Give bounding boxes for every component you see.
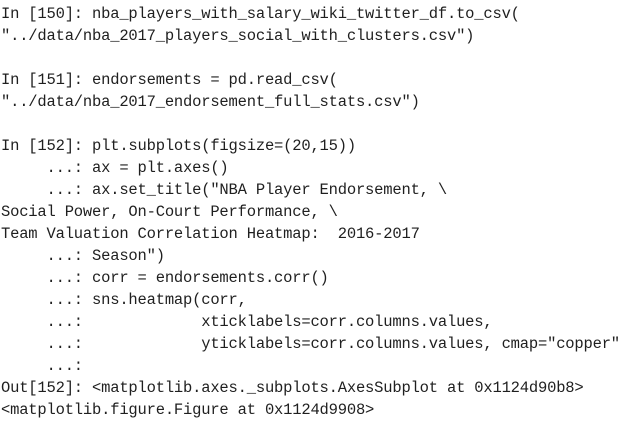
input-line-152-continuation-5: ...: Season") — [1, 247, 166, 265]
ipython-console: In [150]: nba_players_with_salary_wiki_t… — [0, 0, 618, 429]
input-line-150: In [150]: nba_players_with_salary_wiki_t… — [1, 5, 520, 23]
output-line-152: Out[152]: <matplotlib.axes._subplots.Axe… — [1, 379, 584, 397]
input-line-150-continuation: "../data/nba_2017_players_social_with_cl… — [1, 27, 475, 45]
input-line-152-continuation-7: ...: sns.heatmap(corr, — [1, 291, 247, 309]
input-line-152: In [152]: plt.subplots(figsize=(20,15)) — [1, 137, 356, 155]
input-line-152-continuation-10: ...: — [1, 357, 84, 375]
output-line-152-figure: <matplotlib.figure.Figure at 0x1124d9908… — [1, 401, 375, 419]
input-line-152-continuation-8: ...: xticklabels=corr.columns.values, — [1, 313, 493, 331]
input-line-152-continuation-1: ...: ax = plt.axes() — [1, 159, 229, 177]
input-line-152-continuation-4: Team Valuation Correlation Heatmap: 2016… — [1, 225, 420, 243]
input-line-152-continuation-2: ...: ax.set_title("NBA Player Endorsemen… — [1, 181, 448, 199]
input-line-151-continuation: "../data/nba_2017_endorsement_full_stats… — [1, 93, 420, 111]
input-line-152-continuation-9: ...: yticklabels=corr.columns.values, cm… — [1, 335, 618, 353]
input-line-152-continuation-3: Social Power, On-Court Performance, \ — [1, 203, 338, 221]
input-line-151: In [151]: endorsements = pd.read_csv( — [1, 71, 338, 89]
input-line-152-continuation-6: ...: corr = endorsements.corr() — [1, 269, 329, 287]
